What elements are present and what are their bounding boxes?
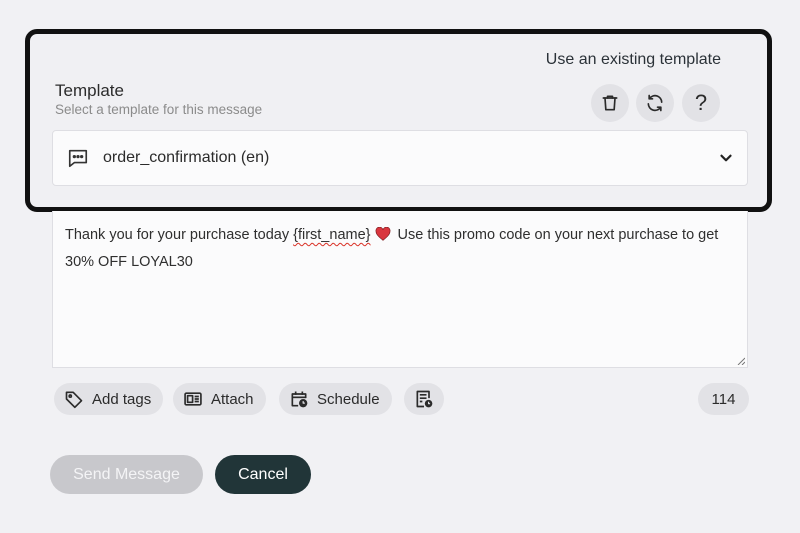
help-button[interactable]: ?	[682, 84, 720, 122]
character-count: 114	[698, 383, 749, 415]
message-textarea[interactable]: Thank you for your purchase today {first…	[52, 211, 748, 368]
refresh-icon	[647, 94, 663, 112]
resize-handle-icon[interactable]	[737, 357, 745, 365]
scheduled-messages-button[interactable]	[404, 383, 444, 415]
schedule-label: Schedule	[317, 390, 380, 408]
send-message-button[interactable]: Send Message	[50, 455, 203, 494]
template-panel: Use an existing template Template Select…	[25, 29, 772, 212]
calendar-clock-icon	[291, 391, 308, 408]
template-subtitle: Select a template for this message	[55, 102, 263, 117]
attach-icon	[184, 392, 202, 406]
misspelled-word: {first_name}	[293, 227, 371, 243]
tag-icon	[65, 391, 83, 409]
trash-icon	[602, 95, 618, 111]
use-existing-template-label: Use an existing template	[545, 51, 721, 68]
template-select[interactable]: order_confirmation (en)	[52, 130, 748, 186]
add-tags-label: Add tags	[92, 390, 152, 408]
template-select-value: order_confirmation (en)	[103, 149, 270, 166]
template-title: Template	[55, 81, 124, 100]
schedule-button[interactable]: Schedule	[279, 383, 392, 415]
scheduled-list-icon	[416, 390, 433, 408]
attach-button[interactable]: Attach	[173, 383, 266, 415]
message-icon	[68, 149, 88, 168]
message-text-start: Thank you for your purchase today	[65, 227, 294, 243]
refresh-template-button[interactable]	[636, 84, 674, 122]
attach-label: Attach	[211, 390, 254, 408]
delete-template-button[interactable]	[591, 84, 629, 122]
heart-icon	[375, 227, 390, 241]
add-tags-button[interactable]: Add tags	[54, 383, 164, 415]
cancel-button[interactable]: Cancel	[215, 455, 311, 494]
chevron-down-icon[interactable]	[717, 149, 735, 167]
help-icon: ?	[694, 90, 708, 115]
